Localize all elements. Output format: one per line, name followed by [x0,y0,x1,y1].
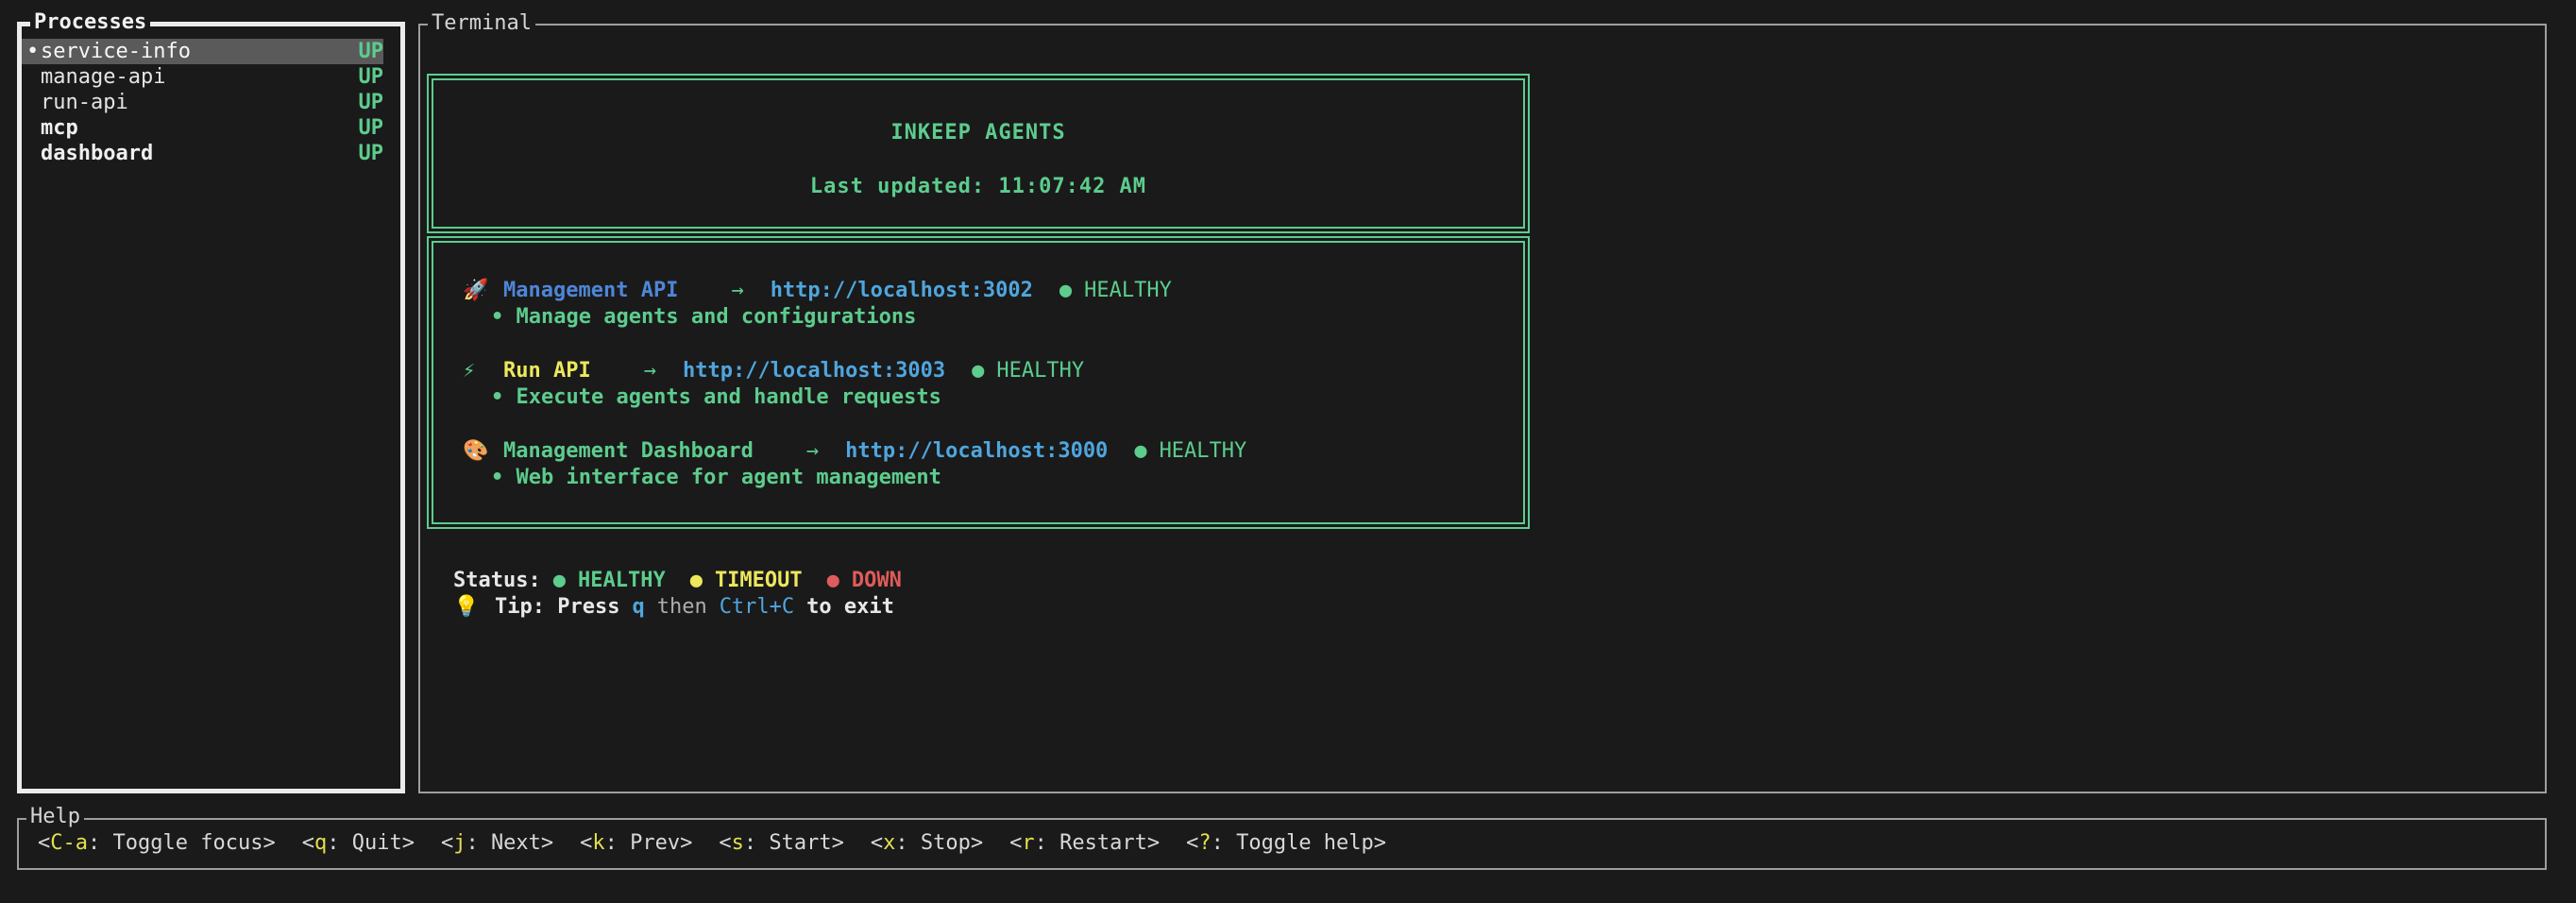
process-status-badge: UP [359,39,384,64]
shortcut-action: Toggle help [1236,831,1374,855]
shortcut-action: Toggle focus [113,831,263,855]
arrow-right-icon: → [806,439,819,463]
tip-suffix: to exit [806,595,894,619]
shortcut-key: r [1022,831,1034,855]
process-name: service-info [41,39,191,64]
status-legend: Status: ● HEALTHY ● TIMEOUT ● DOWN [453,568,902,594]
process-status-badge: UP [359,90,384,115]
service-management-api: 🚀Management API → http://localhost:3002 ● HE… [463,278,1523,331]
process-name: dashboard [41,141,153,166]
process-name: manage-api [41,64,165,90]
shortcut-toggle-focus: <C-a: Toggle focus> [38,831,276,855]
process-status-badge: UP [359,141,384,166]
service-run-api: ⚡Run API → http://localhost:3003 ● HEALTHY •… [463,358,1523,411]
agents-header-box: INKEEP AGENTS Last updated: 11:07:42 AM [427,74,1530,233]
service-status: HEALTHY [1160,439,1247,463]
process-status-badge: UP [359,64,384,90]
service-line: 🚀Management API → http://localhost:3002 ● HE… [463,278,1523,304]
shortcut-restart: <r: Restart> [1009,831,1160,855]
process-name: mcp [41,115,78,141]
service-status: HEALTHY [1084,279,1172,302]
rocket-icon: 🚀 [463,278,503,304]
services-box: 🚀Management API → http://localhost:3002 ● HE… [427,236,1530,529]
tip-line: 💡Tip: Press qthen Ctrl+C to exit [453,594,894,621]
down-dot-icon: ● [827,569,839,592]
service-description: • Web interface for agent management [491,465,1523,491]
shortcut-key: q [314,831,327,855]
help-panel-title: Help [26,805,84,829]
arrow-right-icon: → [644,359,656,383]
legend-label: Status: [453,569,541,592]
service-url: http://localhost:3000 [845,439,1108,463]
tip-key-ctrl-c: Ctrl+C [720,595,794,619]
legend-down-label: DOWN [852,569,902,592]
healthy-dot-icon: ● [553,569,566,592]
selected-bullet-icon: • [26,39,41,64]
last-updated-text: Last updated: 11:07:42 AM [433,174,1523,200]
shortcut-prev: <k: Prev> [580,831,692,855]
shortcut-action: Stop [921,831,971,855]
health-dot-icon: ● [972,359,984,383]
service-url: http://localhost:3003 [683,359,945,383]
legend-healthy-label: HEALTHY [578,569,666,592]
process-row-service-info[interactable]: • service-info UP [22,39,383,64]
shortcut-action: Next [491,831,541,855]
shortcut-action: Start [769,831,831,855]
shortcut-action: Restart [1059,831,1147,855]
shortcut-key: ? [1198,831,1211,855]
process-row-dashboard[interactable]: dashboard UP [22,141,383,166]
agents-title: INKEEP AGENTS [433,120,1523,146]
shortcut-next: <j: Next> [441,831,553,855]
shortcut-action: Quit [352,831,402,855]
process-list: • service-info UP manage-api UP run-api … [22,39,383,166]
shortcut-key: s [732,831,744,855]
process-status-badge: UP [359,115,384,141]
arrow-right-icon: → [731,279,743,302]
shortcut-key: C-a [50,831,88,855]
process-name: run-api [41,90,128,115]
terminal-panel[interactable]: Terminal INKEEP AGENTS Last updated: 11:… [418,24,2547,793]
palette-icon: 🎨 [463,438,503,465]
shortcut-start: <s: Start> [719,831,843,855]
process-row-run-api[interactable]: run-api UP [22,90,383,115]
service-name: Management API [503,279,678,302]
processes-panel[interactable]: Processes • service-info UP manage-api U… [17,22,405,793]
process-row-mcp[interactable]: mcp UP [22,115,383,141]
lightning-icon: ⚡ [463,358,503,384]
service-management-dashboard: 🎨Management Dashboard → http://localhost:3… [463,438,1523,491]
shortcut-stop: <x: Stop> [871,831,983,855]
lightbulb-icon: 💡 [453,594,495,621]
shortcut-quit: <q: Quit> [302,831,415,855]
terminal-panel-title: Terminal [428,11,535,36]
shortcut-key: k [592,831,604,855]
timeout-dot-icon: ● [690,569,703,592]
service-status: HEALTHY [996,359,1084,383]
service-name: Management Dashboard [503,439,754,463]
tip-prefix: Tip: Press [495,595,619,619]
service-description: • Execute agents and handle requests [491,384,1523,411]
shortcut-key: x [883,831,895,855]
legend-timeout-label: TIMEOUT [715,569,803,592]
service-description: • Manage agents and configurations [491,304,1523,331]
help-shortcuts: <C-a: Toggle focus> <q: Quit> <j: Next> <k:… [19,820,2545,867]
service-url: http://localhost:3002 [771,279,1033,302]
service-line: 🎨Management Dashboard → http://localhost:3… [463,438,1523,465]
service-name: Run API [503,359,591,383]
shortcut-action: Prev [630,831,680,855]
health-dot-icon: ● [1134,439,1146,463]
shortcut-key: j [453,831,466,855]
tip-key-q: q [632,595,644,619]
process-row-manage-api[interactable]: manage-api UP [22,64,383,90]
health-dot-icon: ● [1059,279,1072,302]
service-line: ⚡Run API → http://localhost:3003 ● HEALTHY [463,358,1523,384]
help-panel: Help <C-a: Toggle focus><q: Quit><j: Nex… [17,818,2547,870]
tip-middle: then [657,595,707,619]
processes-panel-title: Processes [30,10,150,35]
shortcut-toggle-help: <?: Toggle help> [1186,831,1386,855]
